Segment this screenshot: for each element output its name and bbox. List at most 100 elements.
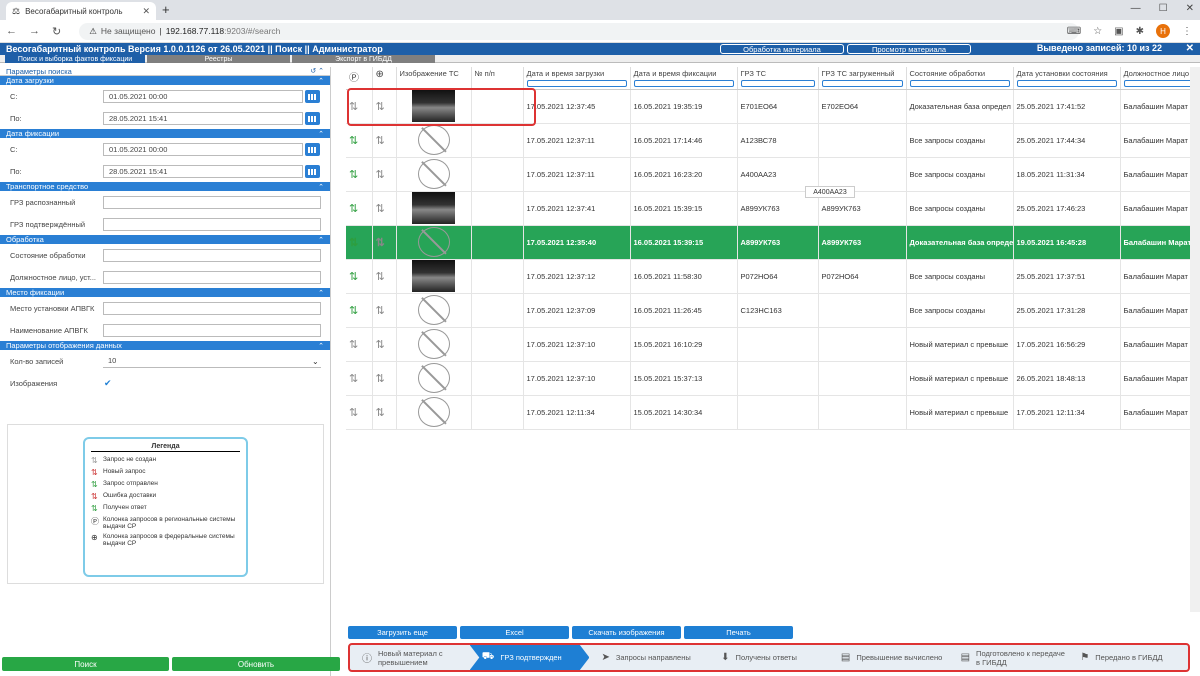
regional-status[interactable]: ⇅ [346, 259, 373, 294]
col-fix-date[interactable]: Дата и время фиксации [630, 67, 738, 90]
filter-input[interactable] [526, 79, 627, 87]
close-tab-icon[interactable]: ✕ [142, 6, 150, 17]
regional-status[interactable]: ⇅ [346, 225, 373, 260]
federal-status[interactable]: ⇅ [372, 123, 397, 158]
federal-status[interactable]: ⇅ [372, 395, 397, 430]
url-bar[interactable]: ⚠ Не защищено | 192.168.77.118 :9203/#/s… [79, 22, 1080, 40]
menu-icon[interactable]: ⋮ [1182, 26, 1192, 37]
table-row[interactable]: ⇅ ⇅ 17.05.2021 12:37:41 16.05.2021 15:39:15… [346, 191, 1200, 226]
image-cell[interactable] [396, 191, 472, 226]
tab-search[interactable]: Поиск и выборка фактов фиксации [5, 55, 145, 63]
tab-export[interactable]: Экспорт в ГИБДД [292, 55, 435, 63]
refresh-button[interactable]: Обновить [172, 657, 340, 671]
col-official[interactable]: Должностное лицо [1120, 67, 1200, 90]
col-grz[interactable]: ГРЗ ТС [737, 67, 819, 90]
close-icon[interactable]: ✕ [1186, 43, 1194, 54]
regional-status[interactable]: ⇅ [346, 191, 373, 226]
regional-status[interactable]: ⇅ [346, 157, 373, 192]
col-upload-date[interactable]: Дата и время загрузки [523, 67, 631, 90]
close-window-icon[interactable]: ✕ [1186, 3, 1194, 14]
filter-select[interactable] [909, 79, 1010, 87]
col-grz-loaded[interactable]: ГРЗ ТС загруженный [818, 67, 907, 90]
avatar[interactable]: H [1156, 24, 1170, 38]
regional-status[interactable]: ⇅ [346, 293, 373, 328]
reload-icon[interactable]: ↻ [52, 25, 61, 38]
place-install-input[interactable] [103, 301, 321, 315]
federal-status[interactable]: ⇅ [372, 157, 397, 192]
new-tab-icon[interactable]: + [162, 2, 170, 17]
official-input[interactable] [103, 270, 321, 284]
filter-input[interactable] [633, 79, 734, 87]
image-cell[interactable] [396, 157, 472, 192]
tab-registers[interactable]: Реестры [147, 55, 290, 63]
col-state[interactable]: Состояние обработки [906, 67, 1014, 90]
proc-state-input[interactable] [103, 248, 321, 262]
image-cell[interactable] [396, 293, 472, 328]
upload-from-input[interactable]: 01.05.2021 00:00 [103, 89, 303, 103]
download-images-button[interactable]: Скачать изображения [572, 626, 681, 639]
vehicle-photo[interactable] [412, 260, 455, 292]
status-step[interactable]: ▤ Подготовлено к передаче в ГИБДД [949, 645, 1069, 670]
table-row[interactable]: ⇅ ⇅ 17.05.2021 12:11:34 15.05.2021 14:30:34… [346, 395, 1200, 430]
status-step[interactable]: ⚑ Передано в ГИБДД [1068, 645, 1188, 670]
federal-status[interactable]: ⇅ [372, 327, 397, 362]
grz-recognized-input[interactable] [103, 195, 321, 209]
place-name-input[interactable] [103, 323, 321, 337]
calendar-icon[interactable] [305, 164, 320, 178]
forward-icon[interactable]: → [29, 25, 40, 37]
table-row[interactable]: ⇅ ⇅ 17.05.2021 12:37:12 16.05.2021 11:58:30… [346, 259, 1200, 294]
search-button[interactable]: Поиск [2, 657, 169, 671]
vehicle-section[interactable]: Транспортное средство ⌃ [0, 182, 330, 191]
extension-icon[interactable]: ▣ [1114, 26, 1123, 37]
status-step[interactable]: ▤ Превышение вычислено [829, 645, 949, 670]
star-icon[interactable]: ☆ [1093, 26, 1102, 37]
fix-from-input[interactable]: 01.05.2021 00:00 [103, 142, 303, 156]
image-cell[interactable] [396, 259, 472, 294]
load-more-button[interactable]: Загрузить еще [348, 626, 457, 639]
fix-to-input[interactable]: 28.05.2021 15:41 [103, 164, 303, 178]
calendar-icon[interactable] [305, 111, 320, 125]
image-cell[interactable] [396, 123, 472, 158]
count-select[interactable]: 10 [103, 354, 321, 368]
image-cell[interactable] [396, 225, 472, 260]
excel-button[interactable]: Excel [460, 626, 569, 639]
image-cell[interactable] [396, 361, 472, 396]
fix-section[interactable]: Дата фиксации ⌃ [0, 129, 330, 138]
federal-status[interactable]: ⇅ [372, 191, 397, 226]
calendar-icon[interactable] [305, 142, 320, 156]
vehicle-photo[interactable] [412, 192, 455, 224]
maximize-icon[interactable]: ☐ [1159, 3, 1168, 14]
chevron-down-icon[interactable]: ⌄ [312, 357, 319, 366]
status-step[interactable]: ➤ Запросы направлены [589, 645, 709, 670]
status-step[interactable]: ⓘ Новый материал с превышением [350, 645, 470, 670]
federal-status[interactable]: ⇅ [372, 293, 397, 328]
processing-section[interactable]: Обработка ⌃ [0, 235, 330, 244]
federal-status[interactable]: ⇅ [372, 361, 397, 396]
filter-input[interactable] [1123, 79, 1200, 87]
table-row[interactable]: ⇅ ⇅ 17.05.2021 12:37:10 15.05.2021 15:37:13… [346, 361, 1200, 396]
images-checkbox[interactable]: ✔ [104, 378, 112, 389]
filter-input[interactable] [740, 79, 815, 87]
minimize-icon[interactable]: — [1131, 3, 1141, 14]
process-material-button[interactable]: Обработка материала [720, 44, 844, 54]
regional-status[interactable]: ⇅ [346, 395, 373, 430]
view-material-button[interactable]: Просмотр материала [847, 44, 971, 54]
reset-icon[interactable]: ↺ ⌃ [310, 67, 324, 75]
browser-tab[interactable]: ⚖ Весогабаритный контроль ✕ [6, 2, 156, 20]
scrollbar[interactable] [1190, 67, 1200, 612]
table-row[interactable]: ⇅ ⇅ 17.05.2021 12:37:09 16.05.2021 11:26:45… [346, 293, 1200, 328]
display-section[interactable]: Параметры отображения данных ⌃ [0, 341, 330, 350]
calendar-icon[interactable] [305, 89, 320, 103]
translate-icon[interactable]: ⌨ [1067, 26, 1081, 37]
filter-input[interactable] [1016, 79, 1117, 87]
puzzle-icon[interactable]: ✱ [1136, 26, 1144, 37]
image-cell[interactable] [396, 395, 472, 430]
print-button[interactable]: Печать [684, 626, 793, 639]
table-row[interactable]: ⇅ ⇅ 17.05.2021 12:37:11 16.05.2021 17:14:46… [346, 123, 1200, 158]
col-federal[interactable]: ⊕ [372, 67, 397, 90]
table-row[interactable]: ⇅ ⇅ 17.05.2021 12:37:11 16.05.2021 16:23:20… [346, 157, 1200, 192]
regional-status[interactable]: ⇅ [346, 327, 373, 362]
filter-input[interactable] [821, 79, 903, 87]
upload-section[interactable]: Дата загрузки ⌃ [0, 76, 330, 85]
col-regional[interactable]: Ⓟ [346, 67, 373, 90]
